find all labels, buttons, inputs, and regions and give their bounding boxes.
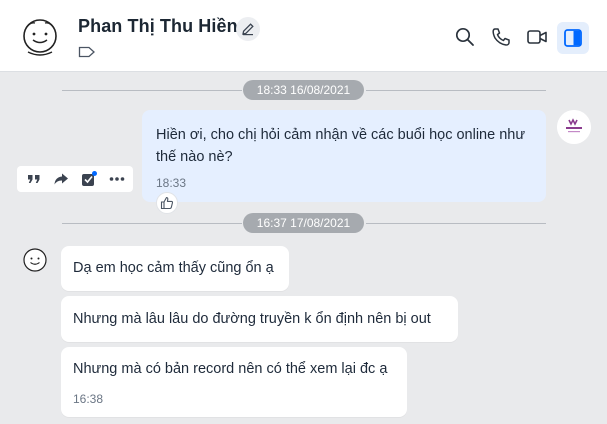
quote-icon[interactable] [25,170,43,188]
message-text: Hiền ơi, cho chị hỏi cảm nhận về các buổ… [156,127,526,165]
video-call-icon[interactable] [526,26,548,48]
incoming-message[interactable]: Dạ em học cảm thấy cũng ổn ạ [61,246,289,291]
react-button[interactable] [156,192,178,214]
message-text: Nhưng mà lâu lâu do đường truyền k ổn đị… [73,311,431,327]
phone-icon[interactable] [490,26,512,48]
toggle-side-panel-button[interactable] [557,22,589,54]
tag-label-icon[interactable] [78,45,96,58]
message-time: 16:38 [73,392,104,406]
contact-avatar-small[interactable] [21,246,49,274]
side-panel-icon [564,29,582,47]
message-actions-toolbar [17,166,133,192]
outgoing-message[interactable]: Hiền ơi, cho chị hỏi cảm nhận về các buổ… [142,110,546,202]
more-icon[interactable] [108,170,126,188]
date-separator: 18:33 16/08/2021 [243,80,364,100]
date-divider-line [366,223,546,224]
forward-icon[interactable] [52,170,70,188]
contact-avatar[interactable] [18,14,62,58]
date-divider-line [366,90,546,91]
like-icon [160,196,174,210]
smiley-avatar-icon [23,248,47,272]
contact-name[interactable]: Phan Thị Thu Hiền [78,16,238,37]
message-text: Nhưng mà có bản record nên có thể xem lạ… [73,361,388,377]
date-divider-line [62,90,242,91]
message-time: 18:33 [156,176,187,190]
smiley-avatar-icon [23,19,57,56]
sender-avatar[interactable] [557,110,591,144]
edit-pencil-icon [242,23,254,36]
checkbox-icon[interactable] [80,170,98,188]
date-separator: 16:37 17/08/2021 [243,213,364,233]
chat-header: Phan Thị Thu Hiền [0,0,607,72]
incoming-message[interactable]: Nhưng mà có bản record nên có thể xem lạ… [61,347,407,417]
message-text: Dạ em học cảm thấy cũng ổn ạ [73,260,274,276]
incoming-message[interactable]: Nhưng mà lâu lâu do đường truyền k ổn đị… [61,296,458,342]
brand-logo-icon [557,110,591,144]
search-icon[interactable] [454,26,476,48]
edit-name-button[interactable] [236,17,260,41]
date-divider-line [62,223,242,224]
